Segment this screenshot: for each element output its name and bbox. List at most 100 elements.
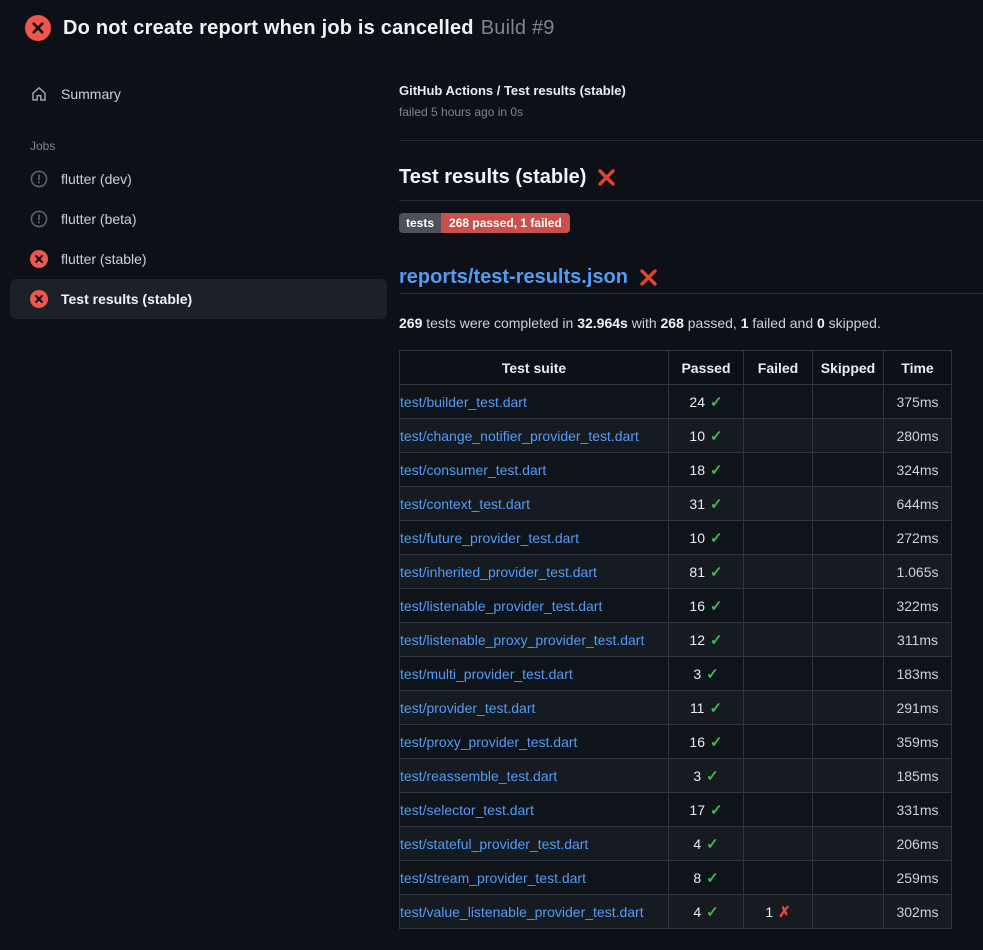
table-row: test/selector_test.dart 17✓ 331ms	[400, 793, 952, 827]
test-suite-link[interactable]: test/builder_test.dart	[400, 394, 527, 410]
summary-number: 1	[741, 315, 749, 331]
failed-cell	[744, 521, 813, 555]
test-suite-link[interactable]: test/consumer_test.dart	[400, 462, 546, 478]
passed-cell: 3✓	[669, 657, 744, 691]
sidebar-item-summary[interactable]: Summary	[0, 77, 399, 111]
skipped-cell	[813, 759, 884, 793]
passed-cell: 31✓	[669, 487, 744, 521]
table-row: test/proxy_provider_test.dart 16✓ 359ms	[400, 725, 952, 759]
failed-cell	[744, 589, 813, 623]
cross-icon: ✗	[778, 904, 791, 921]
check-icon: ✓	[710, 530, 723, 547]
time-cell: 359ms	[884, 725, 952, 759]
test-suite-link[interactable]: test/multi_provider_test.dart	[400, 666, 573, 682]
page-header: Do not create report when job is cancell…	[0, 0, 983, 51]
table-row: test/stream_provider_test.dart 8✓ 259ms	[400, 861, 952, 895]
summary-text: passed,	[684, 315, 741, 331]
passed-cell: 12✓	[669, 623, 744, 657]
sidebar-job-item[interactable]: flutter (stable)	[10, 239, 387, 279]
header-skipped: Skipped	[813, 351, 884, 385]
test-suite-link[interactable]: test/provider_test.dart	[400, 700, 535, 716]
test-suite-link[interactable]: test/context_test.dart	[400, 496, 530, 512]
table-row: test/change_notifier_provider_test.dart …	[400, 419, 952, 453]
time-cell: 272ms	[884, 521, 952, 555]
failed-cell	[744, 691, 813, 725]
skipped-cell	[813, 555, 884, 589]
check-icon: ✓	[706, 870, 719, 887]
test-suite-link[interactable]: test/change_notifier_provider_test.dart	[400, 428, 639, 444]
test-suite-link[interactable]: test/inherited_provider_test.dart	[400, 564, 597, 580]
failed-x-icon	[639, 268, 658, 287]
summary-text: tests were completed in	[422, 315, 577, 331]
job-label: flutter (beta)	[61, 211, 136, 227]
passed-cell: 18✓	[669, 453, 744, 487]
time-cell: 322ms	[884, 589, 952, 623]
sidebar-job-item[interactable]: flutter (dev)	[10, 159, 387, 199]
report-title-link[interactable]: reports/test-results.json	[399, 266, 628, 288]
check-icon: ✓	[706, 836, 719, 853]
passed-cell: 17✓	[669, 793, 744, 827]
sidebar-job-item[interactable]: flutter (beta)	[10, 199, 387, 239]
skipped-cell	[813, 385, 884, 419]
test-suite-link[interactable]: test/stream_provider_test.dart	[400, 870, 586, 886]
page-title: Do not create report when job is cancell…	[63, 17, 555, 40]
build-number: Build #9	[481, 17, 555, 39]
failed-cell	[744, 623, 813, 657]
table-row: test/inherited_provider_test.dart 81✓ 1.…	[400, 555, 952, 589]
test-suite-link[interactable]: test/future_provider_test.dart	[400, 530, 579, 546]
table-row: test/value_listenable_provider_test.dart…	[400, 895, 952, 929]
table-row: test/provider_test.dart 11✓ 291ms	[400, 691, 952, 725]
time-cell: 183ms	[884, 657, 952, 691]
passed-cell: 24✓	[669, 385, 744, 419]
jobs-list: flutter (dev) flutter (beta) flutter (st…	[0, 159, 399, 319]
test-suite-link[interactable]: test/listenable_proxy_provider_test.dart	[400, 632, 644, 648]
table-row: test/listenable_proxy_provider_test.dart…	[400, 623, 952, 657]
test-suite-link[interactable]: test/value_listenable_provider_test.dart	[400, 904, 644, 920]
summary-number: 32.964s	[577, 315, 628, 331]
test-suite-link[interactable]: test/stateful_provider_test.dart	[400, 836, 588, 852]
check-icon: ✓	[710, 802, 723, 819]
check-icon: ✓	[706, 666, 719, 683]
test-suite-link[interactable]: test/selector_test.dart	[400, 802, 534, 818]
test-suite-link[interactable]: test/listenable_provider_test.dart	[400, 598, 602, 614]
divider	[399, 140, 983, 141]
sidebar-job-item[interactable]: Test results (stable)	[10, 279, 387, 319]
passed-cell: 81✓	[669, 555, 744, 589]
time-cell: 331ms	[884, 793, 952, 827]
job-cancelled-icon	[30, 170, 48, 188]
skipped-cell	[813, 487, 884, 521]
time-cell: 1.065s	[884, 555, 952, 589]
failed-cell	[744, 453, 813, 487]
check-icon: ✓	[706, 904, 719, 921]
summary-text: with	[628, 315, 661, 331]
job-label: flutter (stable)	[61, 251, 147, 267]
table-row: test/reassemble_test.dart 3✓ 185ms	[400, 759, 952, 793]
check-icon: ✓	[710, 428, 723, 445]
passed-cell: 8✓	[669, 861, 744, 895]
skipped-cell	[813, 419, 884, 453]
skipped-cell	[813, 623, 884, 657]
test-suite-link[interactable]: test/reassemble_test.dart	[400, 768, 557, 784]
passed-cell: 10✓	[669, 521, 744, 555]
failed-x-icon	[597, 168, 616, 187]
time-cell: 302ms	[884, 895, 952, 929]
check-icon: ✓	[709, 700, 722, 717]
summary-number: 268	[661, 315, 684, 331]
skipped-cell	[813, 895, 884, 929]
test-suite-link[interactable]: test/proxy_provider_test.dart	[400, 734, 577, 750]
failed-cell	[744, 555, 813, 589]
failed-cell	[744, 385, 813, 419]
passed-cell: 10✓	[669, 419, 744, 453]
table-row: test/multi_provider_test.dart 3✓ 183ms	[400, 657, 952, 691]
summary-number: 0	[817, 315, 825, 331]
passed-cell: 3✓	[669, 759, 744, 793]
time-cell: 185ms	[884, 759, 952, 793]
check-icon: ✓	[710, 496, 723, 513]
passed-cell: 4✓	[669, 895, 744, 929]
failed-cell	[744, 793, 813, 827]
passed-cell: 4✓	[669, 827, 744, 861]
time-cell: 324ms	[884, 453, 952, 487]
failed-cell: 1✗	[744, 895, 813, 929]
failed-circle-icon	[25, 15, 51, 41]
job-label: flutter (dev)	[61, 171, 132, 187]
